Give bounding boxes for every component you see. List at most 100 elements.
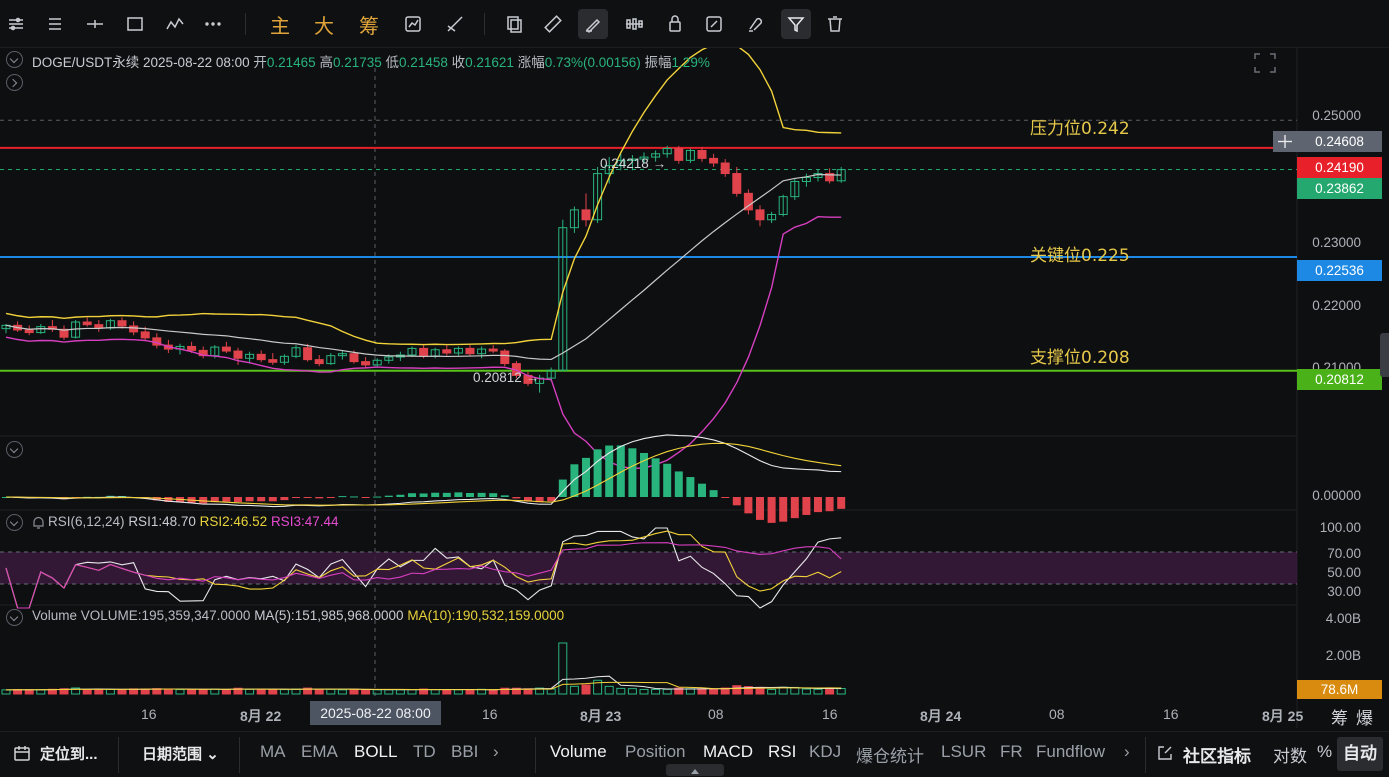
- expand-indicators-icon[interactable]: [6, 74, 23, 91]
- collapse-volume-icon[interactable]: [6, 609, 23, 626]
- add-alert-button[interactable]: [1273, 131, 1297, 152]
- horizontal-line-icon[interactable]: [80, 9, 110, 39]
- close-value: 0.21621: [465, 55, 514, 70]
- indicator-settings-icon[interactable]: [1, 9, 31, 39]
- rectangle-icon[interactable]: [120, 9, 150, 39]
- community-indicators-button[interactable]: 社区指标: [1183, 742, 1251, 767]
- macd-bar-negative: [732, 497, 741, 506]
- liquidation-toggle[interactable]: 爆: [1356, 704, 1373, 729]
- macd-bar-negative: [512, 497, 521, 499]
- volume-bar: [801, 688, 811, 695]
- indicator-rsi[interactable]: RSI: [768, 742, 796, 762]
- trend-tool-icon[interactable]: [440, 9, 470, 39]
- candle-down: [24, 329, 34, 334]
- indicator-lsur[interactable]: LSUR: [941, 742, 986, 762]
- drawer-handle[interactable]: [666, 764, 724, 776]
- filter-icon[interactable]: [781, 9, 811, 39]
- chip-toggle[interactable]: 筹: [1331, 704, 1348, 729]
- chevron-down-icon: ⌄: [206, 746, 219, 763]
- indicator-ma[interactable]: MA: [260, 742, 286, 762]
- brush-icon[interactable]: [578, 9, 608, 39]
- macd-bar-negative: [802, 497, 811, 515]
- menu-icon[interactable]: [40, 9, 70, 39]
- indicator-kdj[interactable]: KDJ: [809, 742, 841, 762]
- open-label: 开: [253, 55, 267, 70]
- rsi-axis-label: 100.00: [1319, 520, 1361, 535]
- collapse-rsi-icon[interactable]: [6, 514, 23, 531]
- magnet-icon[interactable]: [740, 9, 770, 39]
- large-orders-button[interactable]: 大: [309, 9, 339, 39]
- locate-icon[interactable]: [12, 744, 32, 764]
- more-sub-indicators-icon[interactable]: ›: [1124, 742, 1130, 762]
- external-link-icon[interactable]: [1157, 745, 1173, 761]
- collapse-macd-icon[interactable]: [6, 441, 23, 458]
- close-label: 收: [451, 55, 466, 70]
- volume-axis-label: 4.00B: [1325, 611, 1361, 626]
- macd-bar-negative: [280, 497, 289, 501]
- more-main-indicators-icon[interactable]: ›: [493, 742, 499, 762]
- percent-scale-button[interactable]: %: [1317, 742, 1332, 762]
- indicator-volume[interactable]: Volume: [550, 742, 607, 762]
- macd-bar-positive: [466, 493, 474, 497]
- log-scale-button[interactable]: 对数: [1273, 742, 1307, 767]
- candles-icon[interactable]: [619, 9, 649, 39]
- low-marker-value: 0.20812: [473, 370, 522, 385]
- price-axis-label: 0.23000: [1312, 235, 1361, 250]
- indicator-fr[interactable]: FR: [1000, 742, 1023, 762]
- crosshair-price-tag: 0.24608: [1297, 131, 1382, 152]
- date-range-button[interactable]: 日期范围 ⌄: [142, 743, 219, 764]
- auto-scale-button[interactable]: 自动: [1337, 737, 1383, 771]
- key-level-price-tag: 0.22536: [1297, 260, 1382, 281]
- indicator-fundflow[interactable]: Fundflow: [1036, 742, 1105, 762]
- more-icon[interactable]: [198, 9, 228, 39]
- volume-bar: [697, 688, 707, 695]
- time-axis-label: 16: [482, 706, 498, 722]
- collapse-main-icon[interactable]: [6, 51, 23, 68]
- price-axis-label: 0.25000: [1312, 108, 1361, 123]
- drawing-toolbar: 主 大 筹: [0, 0, 1389, 48]
- volume-bar: [627, 688, 637, 695]
- crosshair-time-tag: 2025-08-22 08:00: [310, 701, 441, 725]
- time-axis-label: 8月 25: [1262, 708, 1304, 724]
- time-axis-label: 8月 24: [920, 708, 962, 724]
- delete-icon[interactable]: [820, 9, 850, 39]
- bottom-divider: [118, 737, 119, 773]
- volume-bar: [604, 685, 614, 695]
- volume-bar: [24, 689, 34, 695]
- candle-down: [129, 325, 139, 333]
- volume-bar: [639, 688, 649, 695]
- toolbar-divider: [245, 13, 246, 35]
- locate-button[interactable]: 定位到...: [40, 743, 98, 764]
- price-chart-svg[interactable]: [0, 48, 1389, 728]
- auto-draw-icon[interactable]: [398, 9, 428, 39]
- side-panel-toggle[interactable]: [1380, 333, 1389, 377]
- indicator-macd[interactable]: MACD: [703, 742, 753, 762]
- chart-area[interactable]: DOGE/USDT永续 2025-08-22 08:00 开0.21465 高0…: [0, 48, 1389, 728]
- fullscreen-icon[interactable]: [1254, 53, 1276, 73]
- key-level-note: 关键位0.225: [1030, 246, 1130, 266]
- indicator-bbi[interactable]: BBI: [451, 742, 478, 762]
- time-axis-label: 16: [1163, 706, 1179, 722]
- copy-icon[interactable]: [499, 9, 529, 39]
- edit-icon[interactable]: [699, 9, 729, 39]
- volume-bar: [94, 688, 104, 695]
- rsi-axis-label: 50.00: [1327, 565, 1361, 580]
- macd-bar-negative: [361, 497, 370, 498]
- volume-bar: [117, 688, 127, 695]
- macd-bar-positive: [686, 477, 695, 497]
- ruler-icon[interactable]: [538, 9, 568, 39]
- main-chart-button[interactable]: 主: [265, 9, 295, 39]
- indicator-position[interactable]: Position: [625, 742, 685, 762]
- volume-bar: [361, 689, 371, 695]
- indicator-ema[interactable]: EMA: [301, 742, 338, 762]
- indicator-td[interactable]: TD: [413, 742, 436, 762]
- candle-down: [140, 331, 150, 339]
- indicator-liquidation-stats[interactable]: 爆仓统计: [856, 742, 924, 767]
- low-value: 0.21458: [399, 55, 448, 70]
- bell-icon[interactable]: [31, 515, 46, 530]
- volume-bar: [709, 688, 719, 695]
- fibonacci-icon[interactable]: [160, 9, 190, 39]
- chip-distribution-button[interactable]: 筹: [354, 9, 384, 39]
- indicator-boll[interactable]: BOLL: [354, 742, 397, 762]
- lock-icon[interactable]: [660, 9, 690, 39]
